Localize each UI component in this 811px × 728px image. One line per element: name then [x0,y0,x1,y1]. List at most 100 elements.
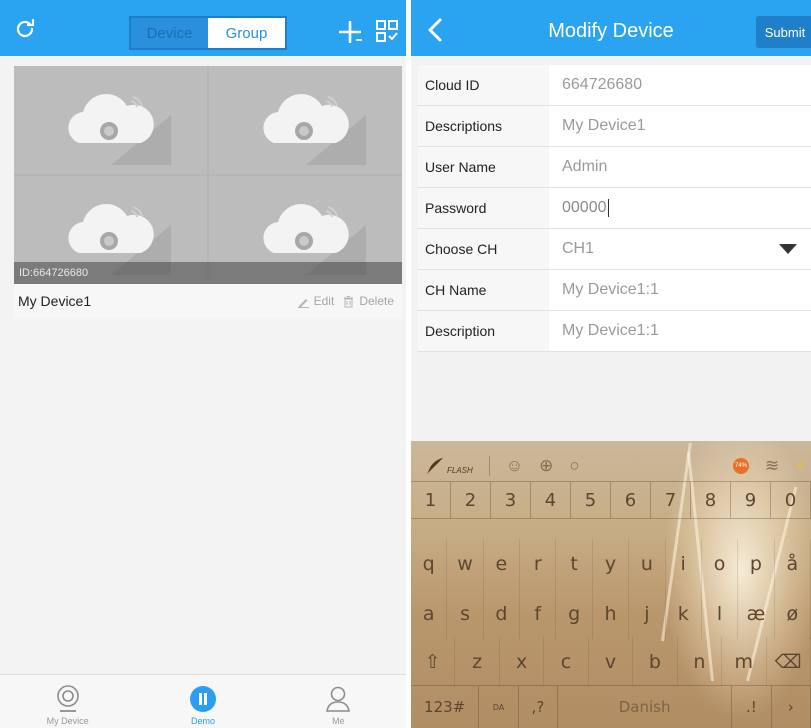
tab-group[interactable]: Group [208,18,285,48]
key-0[interactable]: 0 [771,482,811,518]
comma-key[interactable]: ,? [519,686,559,728]
password-row: Password 00000 [418,188,811,229]
field-label: Choose CH [418,229,549,269]
delete-button[interactable]: Delete [342,294,394,308]
key-h[interactable]: h [593,589,630,639]
key-2[interactable]: 2 [451,482,491,518]
back-arrow-icon[interactable] [421,14,449,46]
soft-keyboard: FLASH ☺ ⊕ ○ 74% ≋ ⚡ 1 2 3 4 5 6 7 8 9 0 … [411,441,811,728]
user-name-row: User Name Admin [418,147,811,188]
key-9[interactable]: 9 [731,482,771,518]
channel-thumbnail[interactable] [14,66,207,174]
play-pause-icon [189,686,216,712]
text-cursor [607,198,609,217]
password-field[interactable]: 00000 [549,198,811,217]
period-key[interactable]: .! [732,686,772,728]
submit-button[interactable]: Submit [756,16,811,48]
cloud-id-field[interactable]: 664726680 [549,76,811,94]
key-f[interactable]: f [520,589,557,639]
key-s[interactable]: s [447,589,484,639]
shift-key[interactable]: ⇧ [411,637,456,685]
bottom-key-row: 123# DA ,? Danish .! › [411,685,811,728]
backspace-key[interactable]: ⌫ [767,637,811,685]
key-q[interactable]: q [411,539,448,589]
edit-button[interactable]: Edit [297,294,335,308]
tab-me[interactable]: Me [271,675,406,728]
key-y[interactable]: y [593,539,630,589]
key-e[interactable]: e [484,539,521,589]
add-device-icon[interactable] [334,16,366,48]
tab-device[interactable]: Device [131,18,208,48]
key-7[interactable]: 7 [651,482,691,518]
space-bar[interactable]: Danish [558,686,733,728]
key-a[interactable]: a [411,589,448,639]
top-bar: Modify Device Submit [411,0,811,56]
descriptions-field[interactable]: My Device1 [549,117,811,135]
tab-my-device[interactable]: My Device [0,675,135,728]
key-b[interactable]: b [633,637,678,685]
edit-label: Edit [313,294,335,308]
key-p[interactable]: p [738,539,775,589]
emoji-icon[interactable]: ☺ [506,456,523,476]
key-l[interactable]: l [702,589,739,639]
key-k[interactable]: k [666,589,702,639]
flash-feather-icon[interactable]: FLASH [425,457,473,475]
letter-row-1: q w e r t y u i o p å [411,539,811,589]
number-row: 1 2 3 4 5 6 7 8 9 0 [411,481,811,519]
key-u[interactable]: u [629,539,666,589]
choose-ch-row[interactable]: Choose CH CH1 [418,229,811,270]
user-name-field[interactable]: Admin [549,158,811,176]
key-x[interactable]: x [500,637,545,685]
field-label: Cloud ID [418,65,549,105]
key-8[interactable]: 8 [691,482,731,518]
key-d[interactable]: d [484,589,521,639]
wifi-icon: ≋ [764,456,780,475]
key-m[interactable]: m [722,637,767,685]
key-o[interactable]: o [702,539,739,589]
mode-switch-key[interactable]: 123# [411,686,480,728]
qr-scan-icon[interactable] [372,16,402,46]
tab-demo[interactable]: Demo [135,675,270,728]
channel-preview-grid [14,66,402,284]
next-key[interactable]: › [772,686,811,728]
key-ae[interactable]: æ [738,589,775,639]
dropdown-triangle-icon[interactable] [779,244,797,254]
password-value: 00000 [562,199,607,217]
key-w[interactable]: w [447,539,484,589]
device-name: My Device1 [18,293,92,309]
key-6[interactable]: 6 [611,482,651,518]
key-a-ring[interactable]: å [775,539,811,589]
field-label: CH Name [418,270,549,310]
bottom-tab-bar: My Device Demo Me [0,674,406,728]
tab-label: Demo [190,716,215,726]
refresh-icon[interactable] [10,14,40,44]
page-title: Modify Device [548,20,674,42]
key-5[interactable]: 5 [571,482,611,518]
key-n[interactable]: n [678,637,723,685]
key-v[interactable]: v [589,637,634,685]
gif-icon[interactable]: ⊕ [539,456,553,476]
key-o-slash[interactable]: ø [775,589,811,639]
key-t[interactable]: t [556,539,593,589]
search-icon[interactable]: ○ [569,456,579,476]
key-c[interactable]: c [544,637,589,685]
language-key[interactable]: DA [479,686,519,728]
cloud-camera-icon [262,94,366,165]
channel-thumbnail[interactable] [209,66,402,174]
key-1[interactable]: 1 [411,482,451,518]
ch-name-field[interactable]: My Device1:1 [549,281,811,299]
key-i[interactable]: i [666,539,702,589]
device-card[interactable]: ID:664726680 My Device1 Edit Delete [14,66,402,318]
flash-label: FLASH [447,466,473,475]
key-z[interactable]: z [455,637,500,685]
channel-select[interactable]: CH1 [549,240,811,258]
description-field[interactable]: My Device1:1 [549,322,811,340]
key-4[interactable]: 4 [531,482,571,518]
key-j[interactable]: j [629,589,666,639]
top-bar: Device Group [0,0,406,56]
key-g[interactable]: g [556,589,593,639]
device-list-screen: Device Group ID:664726680 My Device1 Edi… [0,0,406,728]
key-r[interactable]: r [520,539,557,589]
key-3[interactable]: 3 [491,482,531,518]
cloud-id-row: Cloud ID 664726680 [418,65,811,106]
